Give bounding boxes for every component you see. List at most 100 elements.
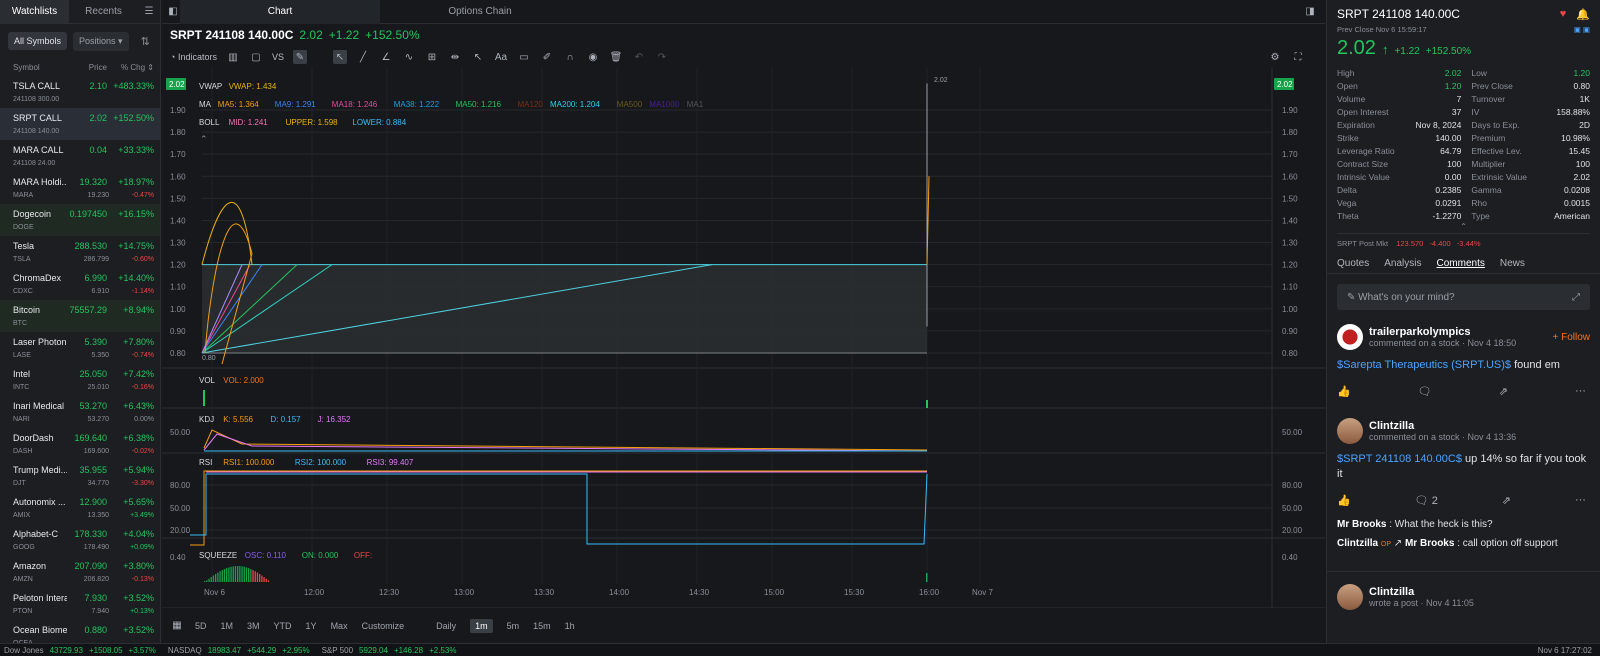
undo-icon[interactable]: ↶ <box>632 50 646 64</box>
period-button[interactable]: Max <box>331 621 348 631</box>
comment-icon[interactable]: 🗨 <box>1418 385 1432 398</box>
watchlist-row[interactable]: Peloton Intera... 7.930 +3.52% PTON 7.940 +0.… <box>0 588 160 620</box>
ticker-name[interactable]: NASDAQ <box>168 646 202 655</box>
sidebar-toggle-icon[interactable]: ◧ <box>166 5 180 19</box>
arrow-tool-icon[interactable]: ↖ <box>471 50 485 64</box>
watchlist-row[interactable]: Bitcoin 75557.29 +8.94% BTC <box>0 300 160 332</box>
period-button[interactable]: 1M <box>221 621 234 631</box>
expand-icon[interactable]: ⤢ <box>1572 292 1580 303</box>
avatar[interactable] <box>1337 584 1363 610</box>
post-user[interactable]: Clintzilla <box>1369 420 1516 432</box>
watchlist-row[interactable]: MARA CALL 0.04 +33.33% 241108 24.00 <box>0 140 160 172</box>
watchlist-row[interactable]: Laser Photoni... 5.390 +7.80% LASE 5.350 -0.7… <box>0 332 160 364</box>
x-tick: 14:00 <box>609 588 630 597</box>
collapse-icon[interactable]: ⌃ <box>1337 222 1590 231</box>
panel-toggle-icon[interactable]: ◨ <box>1303 5 1317 19</box>
comment-icon[interactable]: 🗨 2 <box>1415 494 1438 507</box>
draw-pen-icon[interactable]: ✎ <box>292 50 307 64</box>
interval-button[interactable]: 5m <box>507 621 520 631</box>
tab-quotes[interactable]: Quotes <box>1337 258 1369 269</box>
post-tag[interactable]: $Sarepta Therapeutics (SRPT.US)$ <box>1337 359 1511 371</box>
redo-icon[interactable]: ↷ <box>655 50 669 64</box>
candle-type-icon[interactable]: ▥ <box>226 50 240 64</box>
follow-button[interactable]: + Follow <box>1552 332 1590 343</box>
period-button[interactable]: YTD <box>274 621 292 631</box>
watchlist-row[interactable]: Tesla 288.530 +14.75% TSLA 286.799 -0.60% <box>0 236 160 268</box>
y-tick-right: 1.90 <box>1282 106 1298 115</box>
tab-news[interactable]: News <box>1500 258 1525 269</box>
compose-input[interactable]: ✎ What's on your mind? ⤢ <box>1337 284 1590 310</box>
tab-options-chain[interactable]: Options Chain <box>380 0 580 24</box>
tab-analysis[interactable]: Analysis <box>1384 258 1421 269</box>
text-tool-icon[interactable]: Aa <box>494 50 508 64</box>
rect-icon[interactable]: ▢ <box>249 50 263 64</box>
post-tag[interactable]: $SRPT 241108 140.00C$ <box>1337 453 1462 465</box>
like-icon[interactable]: 👍 <box>1337 494 1351 507</box>
col-change[interactable]: % Chg ⇕ <box>107 63 154 72</box>
reply-user[interactable]: Mr Brooks <box>1337 519 1386 530</box>
more-icon[interactable]: ··· <box>1575 385 1586 398</box>
period-button[interactable]: 5D <box>195 621 207 631</box>
calendar-icon[interactable]: ▦ <box>170 619 184 633</box>
period-button[interactable]: Customize <box>362 621 405 631</box>
bell-icon[interactable]: 🔔 <box>1576 8 1590 21</box>
line-tool-icon[interactable]: ╱ <box>356 50 370 64</box>
watchlist-row[interactable]: DoorDash 169.640 +6.38% DASH 169.600 -0.02% <box>0 428 160 460</box>
tab-recents[interactable]: Recents <box>69 0 138 23</box>
watchlist-row[interactable]: Intel 25.050 +7.42% INTC 25.010 -0.16% <box>0 364 160 396</box>
pattern-tool-icon[interactable]: ⊞ <box>425 50 439 64</box>
tab-comments[interactable]: Comments <box>1437 258 1485 269</box>
trash-icon[interactable]: 🗑 <box>609 50 623 64</box>
sort-settings-icon[interactable]: ⇅ <box>141 35 150 48</box>
fullscreen-icon[interactable]: ⛶ <box>1291 50 1305 64</box>
watchlist-row[interactable]: MARA Holdi... 19.320 +18.97% MARA 19.230 -0.4… <box>0 172 160 204</box>
brush-tool-icon[interactable]: ✐ <box>540 50 554 64</box>
callout-tool-icon[interactable]: ▭ <box>517 50 531 64</box>
post-user[interactable]: Clintzilla <box>1369 586 1474 598</box>
watchlist-row[interactable]: Dogecoin 0.197450 +16.15% DOGE <box>0 204 160 236</box>
filter-positions[interactable]: Positions ▾ <box>73 31 129 51</box>
share-icon[interactable]: ⇗ <box>1499 385 1508 398</box>
measure-tool-icon[interactable]: ⇹ <box>448 50 462 64</box>
watchlist-row[interactable]: Autonomix ... 12.900 +5.65% AMIX 13.350 +3.49… <box>0 492 160 524</box>
heart-icon[interactable]: ♥ <box>1560 8 1567 20</box>
avatar[interactable] <box>1337 324 1363 350</box>
col-symbol[interactable]: Symbol <box>6 63 67 72</box>
like-icon[interactable]: 👍 <box>1337 385 1351 398</box>
eye-icon[interactable]: ◉ <box>586 50 600 64</box>
interval-button[interactable]: 15m <box>533 621 551 631</box>
watchlist-row[interactable]: Alphabet-C 178.330 +4.04% GOOG 178.490 +0.09% <box>0 524 160 556</box>
interval-button[interactable]: 1h <box>565 621 575 631</box>
col-price[interactable]: Price <box>67 63 107 72</box>
wave-tool-icon[interactable]: ∿ <box>402 50 416 64</box>
share-icon[interactable]: ⇗ <box>1502 494 1511 507</box>
post-user[interactable]: trailerparkolympics <box>1369 326 1516 338</box>
settings-icon[interactable]: ⚙ <box>1268 50 1282 64</box>
magnet-icon[interactable]: ∩ <box>563 50 577 64</box>
angle-tool-icon[interactable]: ∠ <box>379 50 393 64</box>
period-button[interactable]: 1Y <box>306 621 317 631</box>
cursor-icon[interactable]: ↖ <box>332 50 347 64</box>
interval-button[interactable]: Daily <box>436 621 456 631</box>
indicators-button[interactable]: ◔ Indicators <box>170 52 217 62</box>
ticker-name[interactable]: S&P 500 <box>322 646 353 655</box>
watchlist-row[interactable]: SRPT CALL 2.02 +152.50% 241108 140.00 <box>0 108 160 140</box>
tab-watchlists[interactable]: Watchlists <box>0 0 69 23</box>
watchlist-row[interactable]: Amazon 207.090 +3.80% AMZN 206.820 -0.13% <box>0 556 160 588</box>
filter-all-symbols[interactable]: All Symbols <box>8 32 68 50</box>
compare-button[interactable]: VS <box>272 52 284 62</box>
tab-chart[interactable]: Chart <box>180 0 380 24</box>
menu-icon[interactable]: ☰ <box>138 0 160 23</box>
watchlist-row[interactable]: Trump Medi... 35.955 +5.94% DJT 34.770 -3.30% <box>0 460 160 492</box>
ticker-name[interactable]: Dow Jones <box>4 646 44 655</box>
reply-to-user[interactable]: Mr Brooks <box>1405 538 1454 549</box>
reply-user[interactable]: Clintzilla <box>1337 538 1378 549</box>
more-icon[interactable]: ··· <box>1575 494 1586 507</box>
watchlist-row[interactable]: TSLA CALL 2.10 +483.33% 241108 300.00 <box>0 76 160 108</box>
period-button[interactable]: 3M <box>247 621 260 631</box>
watchlist-row[interactable]: ChromaDex 6.990 +14.40% CDXC 6.910 -1.14% <box>0 268 160 300</box>
avatar[interactable] <box>1337 418 1363 444</box>
interval-button[interactable]: 1m <box>470 618 493 633</box>
chart-area[interactable]: 1.90 1.90 1.80 1.80 1.70 1.70 1.60 1.60 1.50 1.50… <box>162 68 1325 609</box>
watchlist-row[interactable]: Inari Medical 53.270 +6.43% NARI 53.270 0.00% <box>0 396 160 428</box>
